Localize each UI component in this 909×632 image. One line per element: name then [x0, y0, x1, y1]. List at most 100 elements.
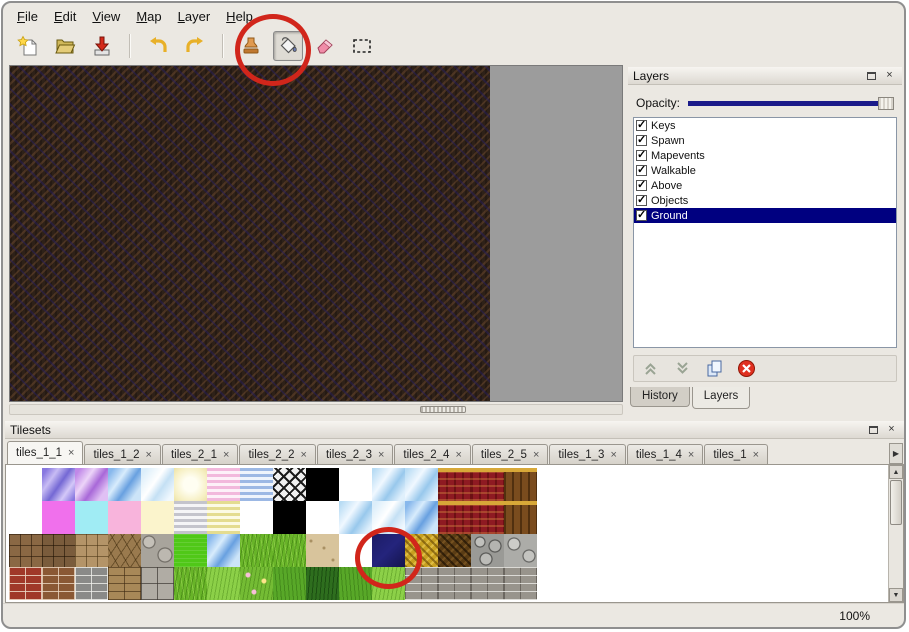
tile-white[interactable] — [9, 501, 42, 534]
map-viewport[interactable] — [9, 65, 623, 402]
map-canvas[interactable] — [10, 66, 490, 401]
tile-weave-yellow[interactable] — [405, 534, 438, 567]
layer-row-ground[interactable]: ✓Ground — [634, 208, 896, 223]
layer-checkbox-keys[interactable]: ✓ — [636, 120, 647, 131]
close-tab-icon[interactable]: × — [455, 450, 461, 460]
scroll-up-icon[interactable]: ▲ — [889, 465, 903, 479]
close-tab-icon[interactable]: × — [378, 450, 384, 460]
tile-wood-brown[interactable] — [504, 468, 537, 501]
tile-cyan[interactable] — [75, 501, 108, 534]
close-tab-icon[interactable]: × — [146, 450, 152, 460]
tile-stripes-pink[interactable] — [207, 468, 240, 501]
map-h-scrollbar-thumb[interactable] — [420, 406, 466, 413]
close-tab-icon[interactable]: × — [610, 450, 616, 460]
menu-edit[interactable]: Edit — [46, 5, 84, 28]
tile-water-blue[interactable] — [108, 468, 141, 501]
layer-row-walkable[interactable]: ✓Walkable — [634, 163, 896, 178]
tile-stone-brown[interactable] — [9, 534, 42, 567]
tile-brick-grayrow[interactable] — [471, 567, 504, 600]
panel-tab-history[interactable]: History — [630, 387, 690, 407]
tileset-v-scrollbar-thumb[interactable] — [890, 480, 902, 525]
tile-carpet-red[interactable] — [471, 468, 504, 501]
tile-grass-green[interactable] — [240, 534, 273, 567]
tile-weave-brown[interactable] — [438, 534, 471, 567]
duplicate-layer-button[interactable] — [704, 359, 724, 379]
tile-brick-brown[interactable] — [42, 567, 75, 600]
tile-pale-yellow[interactable] — [174, 468, 207, 501]
close-tab-icon[interactable]: × — [223, 450, 229, 460]
tile-stripes-yellow[interactable] — [207, 501, 240, 534]
tileset-tab-tiles_2_2[interactable]: tiles_2_2× — [239, 444, 315, 464]
tile-grass-light[interactable] — [372, 567, 405, 600]
tile-wood-brown[interactable] — [504, 501, 537, 534]
tileset-tab-tiles_1_3[interactable]: tiles_1_3× — [549, 444, 625, 464]
tileset-tab-tiles_1_2[interactable]: tiles_1_2× — [84, 444, 160, 464]
tile-grass-green[interactable] — [273, 534, 306, 567]
close-tab-icon[interactable]: × — [301, 450, 307, 460]
tile-water-violet[interactable] — [42, 468, 75, 501]
panel-tab-layers[interactable]: Layers — [692, 387, 751, 409]
close-panel-icon[interactable]: × — [884, 423, 899, 437]
tile-grass-light[interactable] — [207, 567, 240, 600]
map-h-scrollbar[interactable] — [9, 404, 623, 415]
undo-button[interactable] — [143, 31, 173, 61]
tile-diamond-check[interactable] — [273, 468, 306, 501]
tile-brick-grayrow[interactable] — [504, 567, 537, 600]
tab-scroll-right-button[interactable]: ▶ — [889, 443, 903, 464]
tile-green-bright[interactable] — [174, 534, 207, 567]
layer-row-keys[interactable]: ✓Keys — [634, 118, 896, 133]
layer-checkbox-ground[interactable]: ✓ — [636, 210, 647, 221]
tile-brick-red[interactable] — [9, 567, 42, 600]
tile-stone-tan[interactable] — [75, 534, 108, 567]
open-map-button[interactable] — [50, 31, 80, 61]
tile-brick-grayrow[interactable] — [438, 567, 471, 600]
tile-brick-grayrow[interactable] — [405, 567, 438, 600]
tile-carpet-red[interactable] — [438, 501, 471, 534]
tile-carpet-red[interactable] — [438, 468, 471, 501]
menu-map[interactable]: Map — [128, 5, 169, 28]
close-tab-icon[interactable]: × — [533, 450, 539, 460]
layer-checkbox-objects[interactable]: ✓ — [636, 195, 647, 206]
tile-magenta[interactable] — [42, 501, 75, 534]
tile-water-light[interactable] — [372, 468, 405, 501]
tile-sand[interactable] — [306, 534, 339, 567]
tileset-v-scrollbar[interactable]: ▲ ▼ — [888, 465, 903, 602]
layer-row-mapevents[interactable]: ✓Mapevents — [634, 148, 896, 163]
tile-water-purple[interactable] — [75, 468, 108, 501]
tile-white[interactable] — [240, 501, 273, 534]
tile-water-blue[interactable] — [405, 501, 438, 534]
tile-water-light[interactable] — [339, 501, 372, 534]
tile-green-mid[interactable] — [339, 567, 372, 600]
float-panel-icon[interactable] — [864, 69, 879, 83]
layer-row-spawn[interactable]: ✓Spawn — [634, 133, 896, 148]
tile-stone-blocks[interactable] — [141, 567, 174, 600]
tile-green-mid[interactable] — [273, 567, 306, 600]
stamp-tool-button[interactable] — [236, 31, 266, 61]
close-tab-icon[interactable]: × — [688, 450, 694, 460]
tile-green-dark[interactable] — [306, 567, 339, 600]
save-map-button[interactable] — [87, 31, 117, 61]
tile-water-pale[interactable] — [372, 501, 405, 534]
tileset-tab-tiles_2_3[interactable]: tiles_2_3× — [317, 444, 393, 464]
tile-brick-tan[interactable] — [108, 567, 141, 600]
menu-view[interactable]: View — [84, 5, 128, 28]
tile-mud-cracked[interactable] — [108, 534, 141, 567]
menu-layer[interactable]: Layer — [170, 5, 219, 28]
tileset-tab-tiles_1_4[interactable]: tiles_1_4× — [627, 444, 703, 464]
tile-cream[interactable] — [141, 501, 174, 534]
tile-stripes-blue[interactable] — [240, 468, 273, 501]
tile-grass-green[interactable] — [174, 567, 207, 600]
tile-stripes-gray[interactable] — [174, 501, 207, 534]
layer-checkbox-above[interactable]: ✓ — [636, 180, 647, 191]
tile-black[interactable] — [306, 468, 339, 501]
layer-row-objects[interactable]: ✓Objects — [634, 193, 896, 208]
tileset-tab-tiles_2_4[interactable]: tiles_2_4× — [394, 444, 470, 464]
tile-water-light[interactable] — [405, 468, 438, 501]
tileset-tab-tiles_1[interactable]: tiles_1× — [704, 444, 768, 464]
tile-water-pale[interactable] — [141, 468, 174, 501]
layer-checkbox-spawn[interactable]: ✓ — [636, 135, 647, 146]
close-tab-icon[interactable]: × — [753, 450, 759, 460]
layer-row-above[interactable]: ✓Above — [634, 178, 896, 193]
tile-navy-dark[interactable] — [372, 534, 405, 567]
rect-select-tool-button[interactable] — [347, 31, 377, 61]
